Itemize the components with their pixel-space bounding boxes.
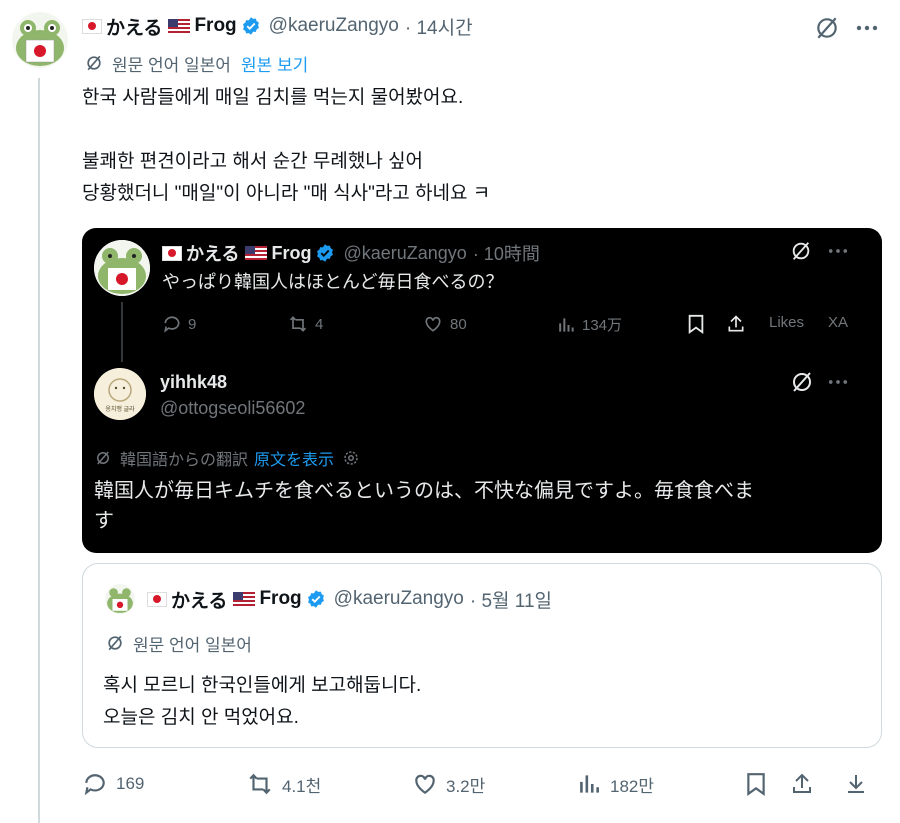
japan-flag-icon xyxy=(82,18,102,34)
views-button[interactable]: 182만 xyxy=(576,771,654,797)
author-name-en: Frog xyxy=(271,242,312,263)
post-header: かえる Frog @kaeruZangyo · 14시간 xyxy=(82,12,473,40)
translation-row: 韓国語からの翻訳 原文を表示 xyxy=(94,446,360,470)
retweet-icon xyxy=(249,773,271,795)
verified-badge-icon xyxy=(307,590,324,608)
views-icon xyxy=(580,775,599,793)
verified-badge-icon xyxy=(242,17,259,35)
reply-count: 169 xyxy=(116,774,145,793)
japan-flag-icon xyxy=(162,245,182,261)
show-original-link: 原文を表示 xyxy=(254,452,335,469)
verified-badge-icon xyxy=(317,244,334,262)
author-handle: @kaeruZangyo xyxy=(343,242,467,263)
author-handle[interactable]: @kaeruZangyo xyxy=(269,15,399,37)
post-text-line: 韓国人が毎日キムチを食べるというのは、不快な偏見ですよ。毎食食べま xyxy=(94,480,754,502)
translation-row: 원문 언어 일본어 xyxy=(105,630,252,656)
more-icon xyxy=(828,248,848,254)
retweet-count: 4.1천 xyxy=(282,776,322,796)
thread-line xyxy=(121,302,123,362)
views-icon xyxy=(559,317,574,332)
retweet-button[interactable]: 4.1천 xyxy=(246,771,321,797)
us-flag-icon xyxy=(233,592,256,606)
quoted-post[interactable]: かえる Frog @kaeruZangyo · 5월 11일 원문 언어 일본어… xyxy=(82,563,882,748)
translation-label: 원문 언어 일본어 xyxy=(112,55,231,75)
embedded-screenshot[interactable]: かえる Frog @kaeruZangyo · 10時間 やっぱり韓国人はほとん… xyxy=(82,228,882,553)
grok-icon[interactable] xyxy=(812,14,842,42)
post-text-line: 불쾌한 편견이라고 해서 순간 무례했나 싶어 xyxy=(82,151,424,172)
bookmark-icon xyxy=(687,314,705,334)
download-icon[interactable] xyxy=(843,771,869,797)
author-name-en[interactable]: Frog xyxy=(194,15,236,37)
heart-icon xyxy=(415,774,435,794)
author-handle: @kaeruZangyo xyxy=(333,588,464,609)
avatar[interactable] xyxy=(12,12,68,68)
post-text-line: 오늘은 김치 안 먹었어요. xyxy=(103,707,299,728)
show-original-link[interactable]: 원본 보기 xyxy=(241,51,308,76)
like-button[interactable]: 3.2만 xyxy=(412,771,485,797)
retweet-button: 4 xyxy=(287,314,323,334)
share-icon xyxy=(726,314,746,334)
post-text: 혹시 모르니 한국인들에게 보고해둡니다. 오늘은 김치 안 먹었어요. xyxy=(103,670,421,734)
post-text: 한국 사람들에게 매일 김치를 먹는지 물어봤어요. 불쾌한 편견이라고 해서 … xyxy=(82,82,490,210)
thread-line xyxy=(38,78,40,823)
translate-icon xyxy=(108,635,122,651)
translation-label: 韓国語からの翻訳 xyxy=(120,452,249,469)
post-text-line: 한국 사람들에게 매일 김치를 먹는지 물어봤어요. xyxy=(82,87,464,108)
author-name-jp: かえる xyxy=(171,590,228,612)
avatar xyxy=(94,240,150,296)
views-count: 182만 xyxy=(610,776,655,796)
reply-button[interactable]: 169 xyxy=(82,771,144,797)
post-header: かえる Frog @kaeruZangyo · 5월 11일 xyxy=(147,586,552,612)
reply-icon xyxy=(164,316,180,333)
avatar: 옹치맹 글라 xyxy=(94,368,146,420)
us-flag-icon xyxy=(168,19,191,33)
retweet-icon xyxy=(289,316,307,332)
us-flag-icon xyxy=(245,246,268,260)
reply-button: 9 xyxy=(162,314,196,334)
translation-label: 원문 언어 일본어 xyxy=(133,635,252,655)
views-button: 134万 xyxy=(556,314,622,335)
share-icon[interactable] xyxy=(789,771,815,797)
post-text-line: す xyxy=(94,510,114,532)
like-count: 3.2만 xyxy=(446,776,486,796)
translation-row: 원문 언어 일본어 원본 보기 xyxy=(84,50,308,76)
post-time[interactable]: · 14시간 xyxy=(405,13,473,40)
like-button: 80 xyxy=(422,314,467,334)
translate-icon xyxy=(97,451,109,465)
more-icon xyxy=(828,379,848,385)
translate-icon xyxy=(87,55,101,71)
post-time: · 5월 11일 xyxy=(469,590,552,612)
japan-flag-icon xyxy=(147,591,167,607)
post-time: · 10時間 xyxy=(472,244,540,264)
grok-icon xyxy=(790,240,812,262)
likes-label: Likes xyxy=(769,314,805,331)
author-name-en: Frog xyxy=(259,588,302,609)
author-name-jp[interactable]: かえる xyxy=(106,13,162,40)
translate-label: XA xyxy=(828,314,849,331)
avatar xyxy=(105,584,135,614)
post-header: かえる Frog @kaeruZangyo · 10時間 xyxy=(162,240,540,266)
post-text-line: 당황했더니 "매일"이 아니라 "매 식사"라고 하네요 ㅋ xyxy=(82,183,491,204)
settings-icon xyxy=(344,451,358,465)
post-text: 韓国人が毎日キムチを食べるというのは、不快な偏見ですよ。毎食食べま す xyxy=(94,476,864,536)
views-count: 134万 xyxy=(582,317,623,334)
like-count: 80 xyxy=(450,315,467,333)
post-text: やっぱり韓国人はほとんど毎日食べるの？ xyxy=(162,272,504,292)
heart-icon xyxy=(425,316,441,332)
bookmark-icon[interactable] xyxy=(743,771,769,797)
retweet-count: 4 xyxy=(315,315,324,333)
avatar-caption: 옹치맹 글라 xyxy=(105,407,135,413)
author-name: yihhk48 xyxy=(160,372,228,392)
author-name-jp: かえる xyxy=(186,244,240,264)
reply-icon xyxy=(84,774,105,796)
more-icon[interactable] xyxy=(852,14,882,42)
author-handle: @ottogseoli56602 xyxy=(160,398,306,418)
post-text-line: 혹시 모르니 한국인들에게 보고해둡니다. xyxy=(103,675,422,696)
grok-icon xyxy=(790,370,814,394)
reply-count: 9 xyxy=(188,315,197,333)
